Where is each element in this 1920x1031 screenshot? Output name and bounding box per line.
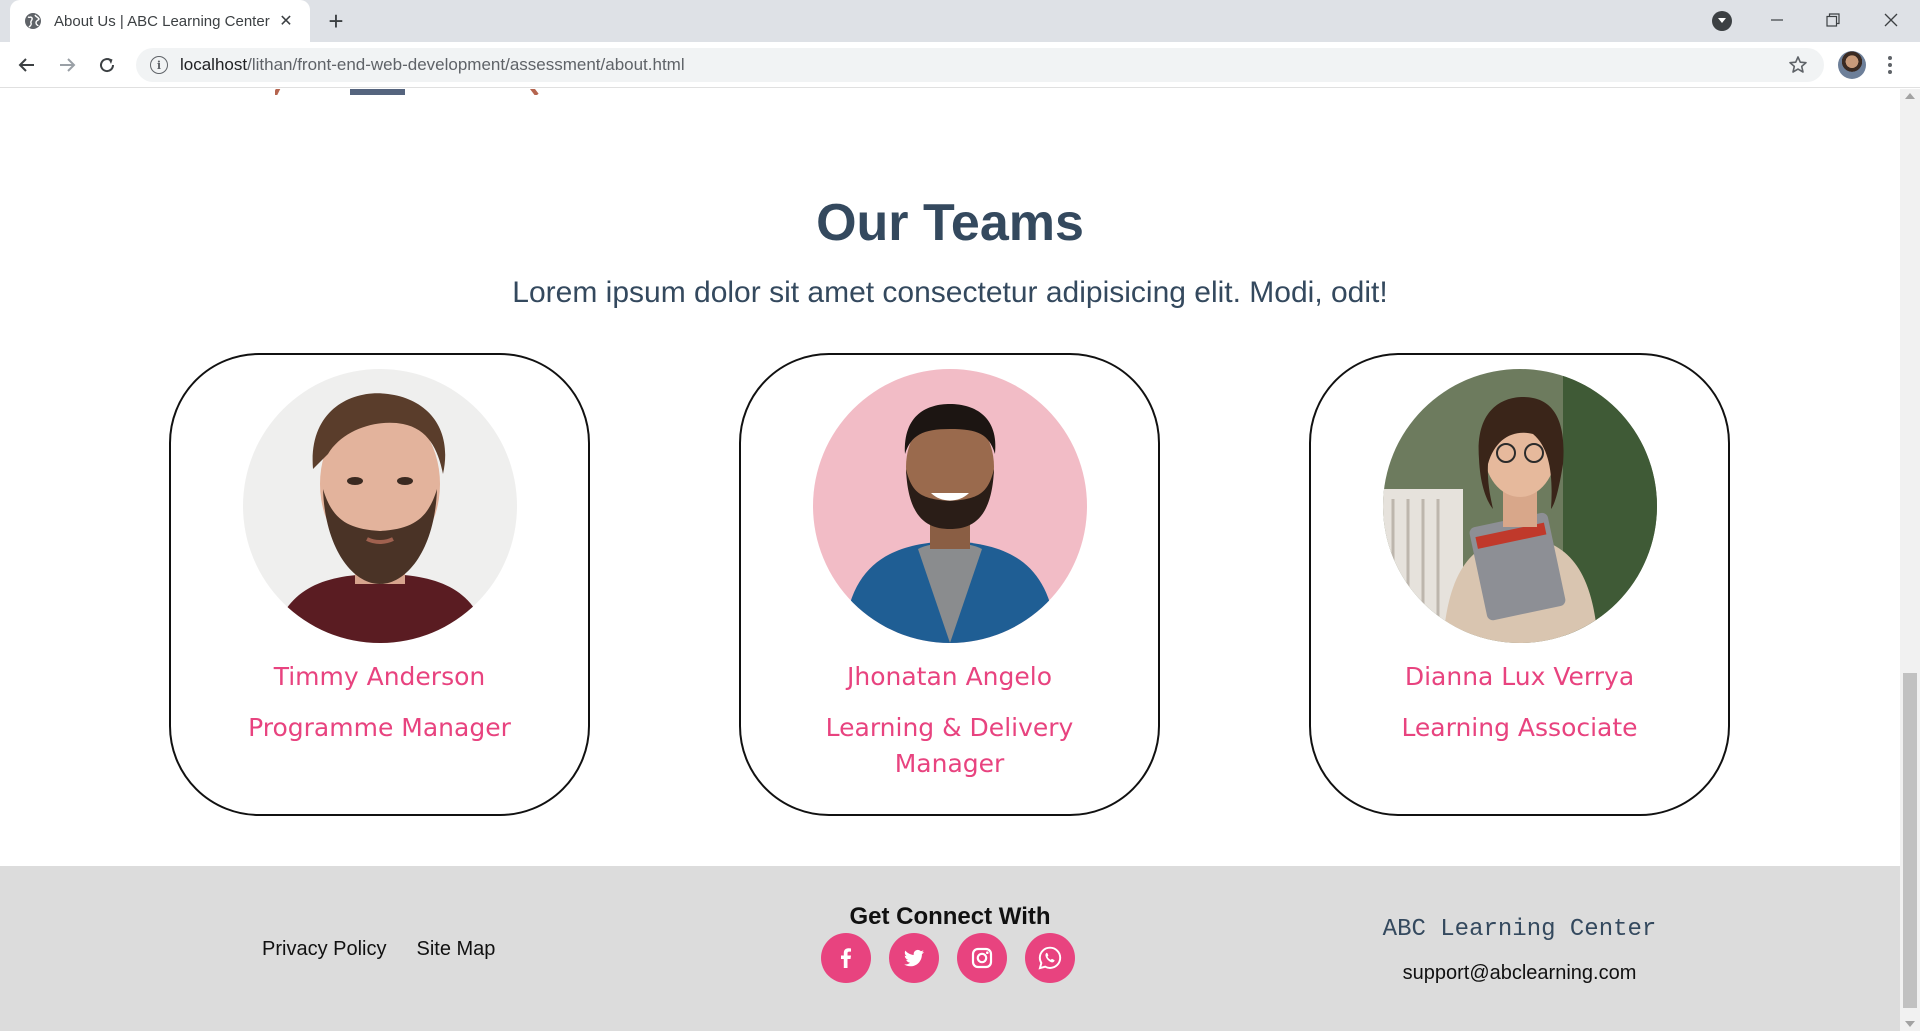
footer-links: Privacy Policy Site Map xyxy=(262,938,495,961)
scroll-down-arrow-icon[interactable] xyxy=(1905,1021,1915,1027)
new-tab-button[interactable]: + xyxy=(322,8,350,34)
profile-avatar[interactable] xyxy=(1838,51,1866,79)
member-photo xyxy=(813,369,1087,643)
teams-subtitle: Lorem ipsum dolor sit amet consectetur a… xyxy=(512,276,1388,309)
url-text[interactable]: localhost/lithan/front-end-web-developme… xyxy=(180,55,1786,75)
scroll-up-arrow-icon[interactable] xyxy=(1905,93,1915,99)
close-icon[interactable]: ✕ xyxy=(276,11,296,31)
brand-name: ABC Learning Center xyxy=(1382,916,1657,943)
hero-image-remnant xyxy=(275,89,539,95)
team-card: Dianna Lux Verrya Learning Associate xyxy=(1309,353,1730,816)
restore-button[interactable] xyxy=(1810,0,1856,40)
address-bar[interactable]: i localhost/lithan/front-end-web-develop… xyxy=(136,48,1824,82)
instagram-icon[interactable] xyxy=(957,933,1007,983)
social-links xyxy=(821,933,1075,983)
member-role: Learning & Delivery Manager xyxy=(825,713,1074,778)
page-viewport: Our Teams Lorem ipsum dolor sit amet con… xyxy=(0,89,1900,1031)
privacy-policy-link[interactable]: Privacy Policy xyxy=(262,938,386,961)
info-icon[interactable]: i xyxy=(150,56,168,74)
scrollbar-thumb[interactable] xyxy=(1903,673,1917,1008)
reload-icon[interactable] xyxy=(92,50,122,80)
site-map-link[interactable]: Site Map xyxy=(416,938,495,961)
close-window-button[interactable] xyxy=(1868,0,1914,40)
page-scrollbar[interactable] xyxy=(1900,89,1920,1031)
forward-icon[interactable] xyxy=(52,50,82,80)
browser-tab[interactable]: About Us | ABC Learning Center ✕ xyxy=(10,0,310,42)
team-card: Timmy Anderson Programme Manager xyxy=(169,353,590,816)
twitter-icon[interactable] xyxy=(889,933,939,983)
teams-title: Our Teams xyxy=(816,194,1084,252)
member-role: Programme Manager xyxy=(248,713,511,742)
chevron-down-icon[interactable] xyxy=(1712,11,1732,31)
member-photo xyxy=(243,369,517,643)
member-name: Jhonatan Angelo xyxy=(846,662,1053,691)
support-email[interactable]: support@abclearning.com xyxy=(1377,962,1662,985)
member-photo xyxy=(1383,369,1657,643)
whatsapp-icon[interactable] xyxy=(1025,933,1075,983)
back-icon[interactable] xyxy=(12,50,42,80)
member-role: Learning Associate xyxy=(1401,713,1638,742)
team-card: Jhonatan Angelo Learning & Delivery Mana… xyxy=(739,353,1160,816)
member-name: Dianna Lux Verrya xyxy=(1404,662,1635,691)
member-name: Timmy Anderson xyxy=(273,662,486,691)
footer: Privacy Policy Site Map Get Connect With… xyxy=(0,866,1900,1031)
browser-tab-bar: About Us | ABC Learning Center ✕ + xyxy=(0,0,1920,42)
more-menu-icon[interactable] xyxy=(1882,52,1898,78)
bookmark-star-icon[interactable] xyxy=(1786,53,1810,77)
globe-icon xyxy=(24,12,42,30)
facebook-icon[interactable] xyxy=(821,933,871,983)
minimize-button[interactable] xyxy=(1754,0,1800,40)
browser-toolbar: i localhost/lithan/front-end-web-develop… xyxy=(0,42,1920,88)
tab-title: About Us | ABC Learning Center xyxy=(54,12,270,30)
